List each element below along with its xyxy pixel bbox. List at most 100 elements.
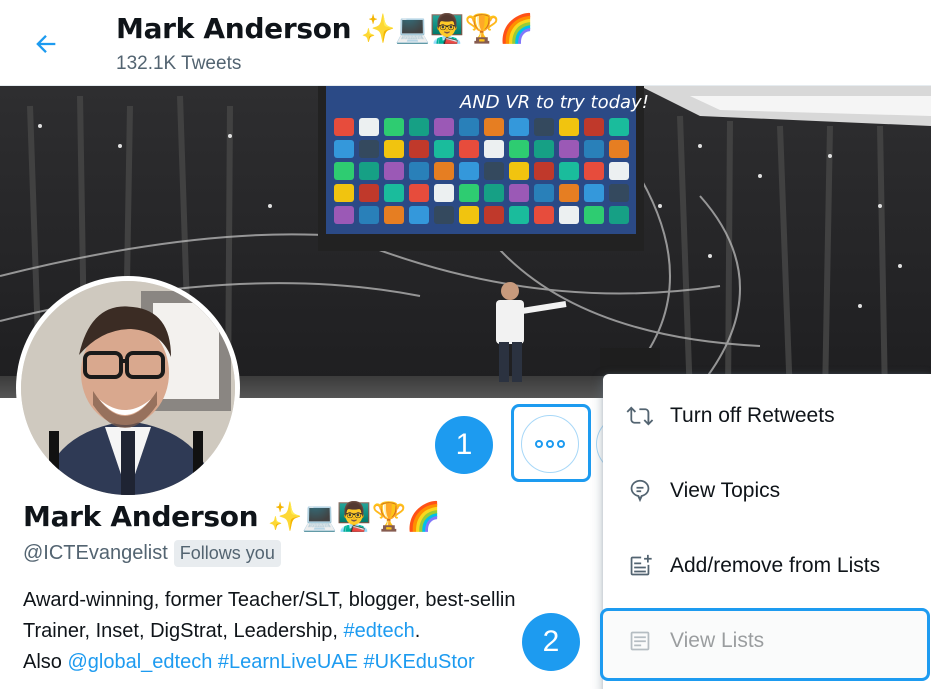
screen-app-tile (459, 184, 479, 202)
screen-app-tile (559, 118, 579, 136)
back-button[interactable] (22, 22, 70, 66)
screen-app-tile (509, 118, 529, 136)
screen-app-tile (459, 206, 479, 224)
header-emoji: ✨💻👨‍🏫🏆🌈 (360, 12, 534, 45)
screen-app-tile (584, 118, 604, 136)
screen-app-tile (559, 206, 579, 224)
mention-link[interactable]: @global_edtech (67, 651, 212, 673)
screen-app-tile (359, 206, 379, 224)
list-add-icon (625, 551, 655, 581)
screen-app-tile (534, 184, 554, 202)
profile-avatar[interactable] (16, 276, 240, 500)
screen-app-tile (384, 206, 404, 224)
screen-app-tile (434, 118, 454, 136)
screen-app-tile (484, 184, 504, 202)
screen-app-tile (609, 206, 629, 224)
screen-app-tile (459, 140, 479, 158)
bio-text: Trainer, Inset, DigStrat, Leadership, (23, 620, 344, 642)
profile-name-text: Mark Anderson (23, 500, 259, 533)
menu-item-label: Turn off Retweets (670, 403, 835, 427)
screen-app-tile (434, 140, 454, 158)
screen-app-tile (409, 140, 429, 158)
screen-app-tile (534, 162, 554, 180)
screen-app-tile (509, 184, 529, 202)
screen-app-tile (334, 140, 354, 158)
menu-item-view-lists[interactable]: View Lists (603, 603, 931, 678)
screen-app-tile (534, 118, 554, 136)
screen-app-tile (559, 162, 579, 180)
screen-app-tile (584, 162, 604, 180)
screen-app-tile (609, 140, 629, 158)
screen-app-tile (384, 184, 404, 202)
retweet-icon (625, 401, 655, 431)
menu-item-label: View Lists (670, 628, 765, 652)
screen-app-tile (384, 118, 404, 136)
screen-app-tile (409, 184, 429, 202)
screen-app-tile (434, 162, 454, 180)
screen-app-tile (509, 140, 529, 158)
screen-app-tile (334, 118, 354, 136)
bio-text: . (414, 620, 421, 642)
list-icon (625, 626, 655, 656)
screen-app-tile (384, 162, 404, 180)
follows-you-badge: Follows you (173, 540, 281, 567)
screen-app-tile (559, 184, 579, 202)
bio-line-1: Award-winning, former Teacher/SLT, blogg… (23, 589, 516, 611)
header-name-text: Mark Anderson (116, 12, 352, 45)
screen-title: AND VR to try today! (459, 92, 649, 113)
screen-app-tile (359, 140, 379, 158)
screen-app-tile (609, 118, 629, 136)
screen-app-tile (484, 206, 504, 224)
header-title: Mark Anderson ✨💻👨‍🏫🏆🌈 (116, 12, 534, 45)
screen-app-tile (509, 162, 529, 180)
profile-emoji: ✨💻👨‍🏫🏆🌈 (267, 500, 441, 533)
step-2-callout: 2 (522, 613, 580, 671)
menu-item-view-topics[interactable]: View Topics (603, 453, 931, 528)
more-dots-icon (535, 440, 565, 448)
screen-app-tile (609, 162, 629, 180)
screen-app-tile (534, 206, 554, 224)
screen-app-tile (334, 162, 354, 180)
profile-header: Mark Anderson ✨💻👨‍🏫🏆🌈 132.1K Tweets (0, 0, 931, 86)
screen-app-tile (484, 118, 504, 136)
more-options-button[interactable] (521, 415, 579, 473)
screen-app-tile (334, 184, 354, 202)
screen-app-tile (434, 206, 454, 224)
screen-app-tile (384, 140, 404, 158)
screen-app-tile (359, 118, 379, 136)
hashtag-link[interactable]: #LearnLiveUAE (218, 651, 358, 673)
screen-app-tile (584, 184, 604, 202)
screen-app-tile (409, 118, 429, 136)
screen-app-tile (409, 162, 429, 180)
screen-app-tile (334, 206, 354, 224)
screen-app-tile (434, 184, 454, 202)
topic-icon (625, 476, 655, 506)
tweet-count: 132.1K Tweets (116, 53, 242, 74)
hashtag-link[interactable]: #edtech (344, 620, 415, 642)
screen-app-tile (559, 140, 579, 158)
screen-app-tile (359, 184, 379, 202)
screen-app-tile (484, 162, 504, 180)
screen-app-tile (509, 206, 529, 224)
screen-app-tile (409, 206, 429, 224)
more-options-menu: Turn off Retweets View Topics Add/remove… (603, 374, 931, 689)
menu-item-label: Add/remove from Lists (670, 553, 881, 577)
screen-app-tile (534, 140, 554, 158)
back-arrow-icon (36, 35, 56, 53)
menu-item-turn-off-retweets[interactable]: Turn off Retweets (603, 378, 931, 453)
profile-name: Mark Anderson ✨💻👨‍🏫🏆🌈 (23, 500, 441, 533)
bio-text: Also (23, 651, 68, 673)
menu-item-label: View Topics (670, 478, 781, 502)
handle-row: @ICTEvangelist Follows you (23, 540, 281, 567)
screen-app-tile (484, 140, 504, 158)
screen-app-tile (459, 162, 479, 180)
screen-app-tile (459, 118, 479, 136)
screen-app-tile (584, 206, 604, 224)
avatar-photo (21, 281, 235, 495)
screen-app-tile (609, 184, 629, 202)
menu-item-add-remove-lists[interactable]: Add/remove from Lists (603, 528, 931, 603)
screen-app-tile (359, 162, 379, 180)
step-1-callout: 1 (435, 416, 493, 474)
hashtag-link[interactable]: #UKEduStor (364, 651, 475, 673)
profile-handle: @ICTEvangelist (23, 542, 168, 564)
